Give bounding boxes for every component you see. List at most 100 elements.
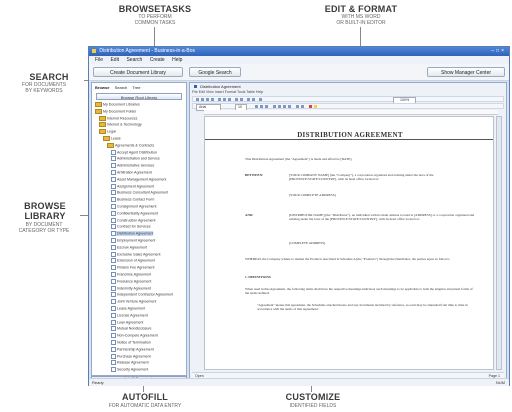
tree-item[interactable]: Lease	[103, 136, 121, 141]
tree-item[interactable]: My Document Folder	[95, 108, 136, 114]
tree-item[interactable]: Arbitration Agreement	[111, 170, 152, 175]
document-icon	[111, 183, 116, 189]
font-color-icon[interactable]	[309, 105, 312, 108]
tab-tree[interactable]: Tree	[132, 85, 140, 90]
tree-item[interactable]: Finders Fee Agreement	[111, 265, 155, 271]
tree-item[interactable]: Extension of Agreement	[111, 258, 155, 264]
tree-item-label: Construction Agreement	[117, 218, 156, 223]
tree-item[interactable]: Joint Venture Agreement	[111, 299, 156, 305]
vertical-scrollbar[interactable]	[496, 116, 502, 370]
tree-item[interactable]: Business Contact Form	[111, 197, 154, 203]
distributor-address: [COMPLETE ADDRESS]	[289, 241, 326, 245]
menu-search[interactable]: Search	[126, 56, 142, 64]
tree-item[interactable]: Assignment Agreement	[111, 183, 154, 189]
tree-item[interactable]: Purchase Agreement	[111, 353, 151, 359]
italic-icon[interactable]	[260, 105, 263, 108]
document-icon	[111, 285, 116, 291]
between-party: [YOUR COMPANY NAME] (the "Company"), a c…	[289, 173, 434, 182]
tree-item-label: Lease	[111, 136, 121, 141]
tree-item[interactable]: Non-Compete Agreement	[111, 333, 158, 339]
ruler[interactable]	[204, 110, 498, 115]
tree-item[interactable]: Accept Agent Distribution	[111, 149, 157, 155]
document-icon	[111, 333, 116, 339]
align-right-icon[interactable]	[283, 105, 286, 108]
document-page[interactable]: DISTRIBUTION AGREEMENT This Distribution…	[204, 116, 494, 370]
menu-create[interactable]: Create	[150, 56, 165, 64]
paste-icon[interactable]	[228, 98, 231, 101]
tree-item[interactable]: Escrow Agreement	[111, 244, 147, 250]
copy-icon[interactable]	[223, 98, 226, 101]
print-icon[interactable]	[211, 98, 214, 101]
tree-item[interactable]: Contract for Services	[111, 224, 151, 230]
tree-item[interactable]: Employment Agreement	[111, 238, 155, 243]
tree-item[interactable]: Notice of Termination	[111, 340, 151, 345]
justify-icon[interactable]	[288, 105, 291, 108]
image-icon[interactable]	[252, 98, 255, 101]
menu-help[interactable]: Help	[172, 56, 182, 64]
tree-item[interactable]: Construction Agreement	[111, 217, 156, 223]
window-controls[interactable]: –□×	[491, 47, 506, 56]
app-window: Distribution Agreement - Business-in-a-B…	[88, 46, 510, 386]
tree-item[interactable]: License Agreement	[111, 312, 148, 318]
underline-icon[interactable]	[265, 105, 268, 108]
tree-item[interactable]: Mutual Nondisclosure	[111, 326, 152, 332]
tree-item[interactable]: Independent Contractor Agreement	[111, 292, 173, 298]
tree-item[interactable]: Agreements & Contracts	[107, 142, 154, 148]
open-icon[interactable]	[201, 98, 204, 101]
find-icon[interactable]	[259, 98, 262, 101]
browse-tasks-callout-sub2: COMMON TASKS	[134, 20, 176, 26]
undo-icon[interactable]	[235, 98, 238, 101]
document-icon	[111, 176, 116, 182]
tab-browse[interactable]: Browse	[95, 85, 109, 90]
tree-item[interactable]: Internet Resources	[99, 115, 137, 121]
tree-item[interactable]: Distribution Agreement	[111, 231, 154, 237]
numbering-icon[interactable]	[296, 105, 299, 108]
tree-item[interactable]: Confidentiality Agreement	[111, 210, 158, 216]
tree-item-label: My Document Libraries	[103, 102, 140, 107]
tree-item[interactable]: Internet & Technology	[99, 122, 142, 128]
tree-item[interactable]: Administrative Services	[111, 163, 154, 169]
tree-item-label: Asset Management Agreement	[117, 177, 167, 182]
align-left-icon[interactable]	[273, 105, 276, 108]
tree-item[interactable]: My Document Libraries	[95, 102, 140, 107]
window-titlebar[interactable]: Distribution Agreement - Business-in-a-B…	[89, 47, 509, 56]
tree-item[interactable]: Loan Agreement	[111, 319, 143, 325]
tree-item[interactable]: Administration and Service	[111, 156, 160, 162]
folder-icon	[107, 142, 114, 148]
folder-icon	[95, 108, 102, 114]
tree-item[interactable]: Freelance Agreement	[111, 278, 151, 284]
tree-item[interactable]: Security Agreement	[111, 367, 148, 373]
document-heading: DISTRIBUTION AGREEMENT	[297, 131, 403, 139]
editor-menu[interactable]: File Edit View Insert Format Tools Table…	[192, 90, 504, 95]
browse-root-library-button[interactable]: Browse Root Library	[96, 93, 182, 100]
align-center-icon[interactable]	[278, 105, 281, 108]
tab-search[interactable]: Search	[115, 85, 128, 90]
tree-item[interactable]: Business Consultant Agreement	[111, 190, 168, 196]
tree-item-label: Legal	[107, 129, 116, 134]
tree-item[interactable]: Legal	[99, 129, 116, 135]
tree-item[interactable]: Release Agreement	[111, 360, 149, 366]
highlight-icon[interactable]	[314, 105, 317, 108]
tree-item[interactable]: Partnership Agreement	[111, 346, 154, 352]
bold-icon[interactable]	[255, 105, 258, 108]
new-icon[interactable]	[196, 98, 199, 101]
tree-item[interactable]: Indemnity Agreement	[111, 285, 151, 291]
menu-file[interactable]: File	[95, 56, 103, 64]
table-icon[interactable]	[247, 98, 250, 101]
tree-item[interactable]: Asset Management Agreement	[111, 176, 167, 182]
save-icon[interactable]	[206, 98, 209, 101]
tree-item[interactable]: Exclusive Sales Agreement	[111, 251, 161, 257]
create-library-button[interactable]: Create Document Library	[93, 67, 183, 77]
google-search-button[interactable]: Google Search	[189, 67, 241, 77]
tree-item[interactable]: Franchise Agreement	[111, 272, 151, 277]
bullets-icon[interactable]	[301, 105, 304, 108]
menu-edit[interactable]: Edit	[110, 56, 119, 64]
tree-item[interactable]: Consignment Agreement	[111, 204, 157, 209]
cut-icon[interactable]	[218, 98, 221, 101]
show-manager-button[interactable]: Show Manager Center	[427, 67, 505, 77]
tree-item[interactable]: Lease Agreement	[111, 306, 145, 311]
redo-icon[interactable]	[240, 98, 243, 101]
tree-item-label: Administration and Service	[117, 156, 160, 161]
customize-callout-title: CUSTOMIZE	[285, 392, 341, 402]
customize-callout-sub: IDENTIFIED FIELDS	[289, 403, 337, 409]
